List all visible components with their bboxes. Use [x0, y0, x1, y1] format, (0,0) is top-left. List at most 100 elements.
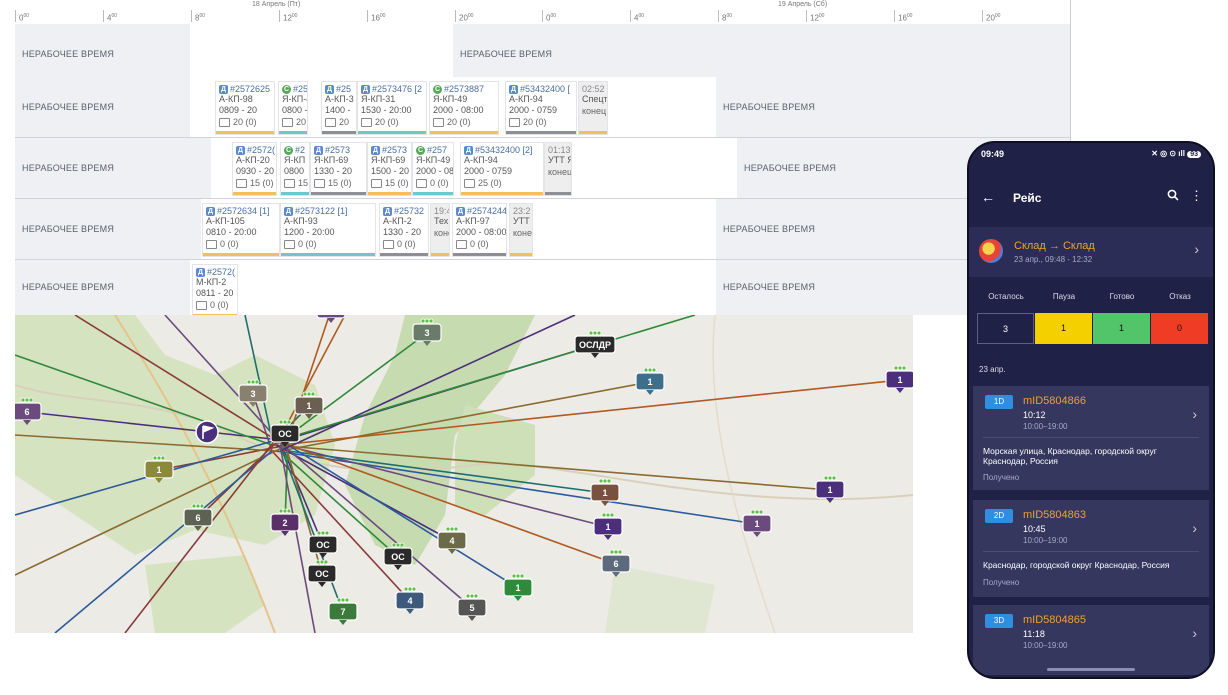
- trip-point: УТТ Я: [548, 155, 572, 165]
- status-time: 09:49: [981, 149, 1005, 159]
- marker-count: 4: [449, 536, 454, 546]
- trip-card[interactable]: Д #25732 А-КП-2 1330 - 20 0 (0): [379, 203, 429, 257]
- trip-progress-bar: [368, 192, 411, 195]
- depot-flag-icon[interactable]: [195, 420, 219, 444]
- search-icon[interactable]: [1167, 189, 1179, 204]
- stop-card[interactable]: 3D mID5804865 11:18 10:00–19:00 ›: [973, 605, 1209, 675]
- counter-rejected[interactable]: 0: [1151, 313, 1208, 344]
- marker-count: 1: [306, 401, 311, 411]
- trip-point: Я-КП-49: [433, 94, 468, 105]
- timeline-tick: 2000: [455, 10, 473, 23]
- route-subtitle: 23 апр., 09:48 - 12:32: [1014, 255, 1093, 264]
- day-label: 18 Апрель (Пт): [252, 1, 301, 8]
- route-map[interactable]: 631ОС1311ОС21161164ОСОС14571ОСЛДР: [15, 315, 913, 633]
- trip-id: #2572(: [247, 145, 276, 155]
- trip-id: #2573: [325, 145, 351, 155]
- trip-progress-bar: [279, 131, 307, 134]
- map-marker[interactable]: 5: [457, 593, 487, 621]
- trip-count: 0 (0): [383, 238, 425, 250]
- trip-card[interactable]: С#25Я-КП-40800 -20: [278, 81, 308, 135]
- map-marker[interactable]: 1: [503, 573, 533, 601]
- trip-point: А-КП-98: [219, 94, 253, 105]
- box-icon: [361, 118, 372, 128]
- trip-progress-bar: [431, 253, 449, 256]
- trip-count: 20: [282, 116, 306, 128]
- marker-count: 1: [754, 519, 759, 529]
- map-marker[interactable]: 1: [742, 509, 772, 537]
- box-icon: [509, 118, 520, 128]
- trip-id: #2573: [382, 145, 408, 155]
- trip-card[interactable]: С #2 Я-КП 0800 15: [280, 142, 310, 196]
- trip-time: 1400 -: [325, 105, 351, 116]
- map-marker[interactable]: 1: [885, 365, 913, 393]
- status-counters: Осталось Пауза Готово Отказ 3 1 1 0: [977, 286, 1208, 348]
- non-working-time: НЕРАБОЧЕЕ ВРЕМЯ: [22, 224, 115, 234]
- status-icons: ✕ ◎ ⊙ ıll 93: [1151, 149, 1201, 158]
- stop-card[interactable]: 2D mID5804863 10:45 10:00–19:00 › Красно…: [973, 500, 1209, 597]
- back-arrow-icon[interactable]: ←: [981, 189, 995, 205]
- trip-card[interactable]: 01:13 УТТ Я конец: [544, 142, 572, 196]
- map-marker[interactable]: ОСЛДР: [574, 330, 616, 358]
- trip-id: #2572625: [230, 84, 271, 94]
- trip-card[interactable]: Д #2572634 [1] А-КП-105 0810 - 20:00 0 (0): [202, 203, 280, 257]
- box-icon: [416, 179, 427, 189]
- trip-type-badge: С: [282, 85, 291, 95]
- home-indicator[interactable]: [1047, 668, 1135, 671]
- trip-card[interactable]: Д #2573 Я-КП-69 1330 - 20 15 (0): [310, 142, 367, 196]
- box-icon: [284, 240, 295, 250]
- map-marker[interactable]: 4: [437, 526, 467, 554]
- stop-card[interactable]: 1D mID5804866 10:12 10:00–19:00 › Морска…: [973, 386, 1209, 490]
- trip-card[interactable]: Д #25 А-КП-3 1400 -20: [321, 81, 357, 135]
- more-vert-icon[interactable]: ⋮: [1190, 188, 1203, 204]
- trip-card[interactable]: 02:52 Спецт конец: [578, 81, 608, 135]
- trip-count: конец: [548, 167, 572, 177]
- trip-card[interactable]: Д #2573476 [2 Я-КП-31 1530 - 20:00 20 (0): [357, 81, 427, 135]
- trip-time: 2000 - 0759: [464, 166, 513, 177]
- trip-card[interactable]: Д #2573 Я-КП-69 1500 - 20 15 (0): [367, 142, 412, 196]
- map-marker[interactable]: 7: [328, 597, 358, 625]
- map-canvas[interactable]: 631ОС1311ОС21161164ОСОС14571ОСЛДР: [15, 315, 913, 633]
- trip-point: Я-КП-69: [314, 155, 349, 166]
- stop-tag: 3D: [985, 614, 1013, 628]
- trip-card[interactable]: 23:2УТТ конец: [509, 203, 533, 257]
- non-working-time: НЕРАБОЧЕЕ ВРЕМЯ: [22, 282, 115, 292]
- route-summary[interactable]: Склад → Склад 23 апр., 09:48 - 12:32 ›: [969, 227, 1213, 277]
- trip-time: 2000 - 08:00: [456, 227, 507, 238]
- trip-type-badge: Д: [314, 146, 323, 156]
- trip-card[interactable]: Д #2574244 А-КП-97 2000 - 08:00 0 (0): [452, 203, 507, 257]
- map-marker[interactable]: 1: [593, 512, 623, 540]
- trip-card[interactable]: 19:4Тех конец: [430, 203, 450, 257]
- trip-card[interactable]: Д #2573122 [1] А-КП-93 1200 - 20:00 0 (0): [280, 203, 376, 257]
- trip-card[interactable]: С #2573887 Я-КП-49 2000 - 08:00 20 (0): [429, 81, 499, 135]
- trip-card[interactable]: Д #2572(М-КП-2 0811 - 20 0 (0): [192, 264, 238, 315]
- trip-point: Я-КП-49: [416, 155, 451, 166]
- marker-count: 1: [156, 465, 161, 475]
- trip-card[interactable]: Д #53432400 [А-КП-94 2000 - 0759 20 (0): [505, 81, 577, 135]
- counter-paused[interactable]: 1: [1035, 313, 1092, 344]
- trip-point: А-КП-105: [206, 216, 245, 227]
- map-marker[interactable]: 1: [635, 367, 665, 395]
- trip-card[interactable]: Д #2572625 А-КП-98 0809 - 20 20 (0): [215, 81, 275, 135]
- marker-count: 2: [282, 518, 287, 528]
- chevron-right-icon: ›: [1192, 625, 1197, 641]
- trip-card[interactable]: С #257 Я-КП-49 2000 - 08 0 (0): [412, 142, 454, 196]
- stop-time: 10:12: [1023, 410, 1046, 420]
- trip-time: 0810 - 20:00: [206, 227, 257, 238]
- non-working-time: НЕРАБОЧЕЕ ВРЕМЯ: [723, 102, 816, 112]
- counter-label: Готово: [1109, 292, 1135, 301]
- trip-card[interactable]: Д #2572(А-КП-20 0930 - 20 15 (0): [232, 142, 277, 196]
- trip-card[interactable]: Д #53432400 [2] А-КП-94 2000 - 0759 25 (0): [460, 142, 544, 196]
- counter-done[interactable]: 1: [1093, 313, 1150, 344]
- stop-window: 10:00–19:00: [1023, 536, 1068, 545]
- counter-remaining[interactable]: 3: [977, 313, 1034, 344]
- trip-count: 20 (0): [433, 116, 495, 128]
- trip-count: 0 (0): [196, 299, 234, 311]
- trip-count: 0 (0): [206, 238, 276, 250]
- marker-count: 1: [602, 488, 607, 498]
- trip-time: 1500 - 20: [371, 166, 410, 177]
- timeline-tick: 1600: [894, 10, 912, 23]
- trip-progress-bar: [413, 192, 453, 195]
- trip-type-badge: Д: [196, 268, 205, 278]
- marker-count: 1: [605, 522, 610, 532]
- box-icon: [284, 179, 295, 189]
